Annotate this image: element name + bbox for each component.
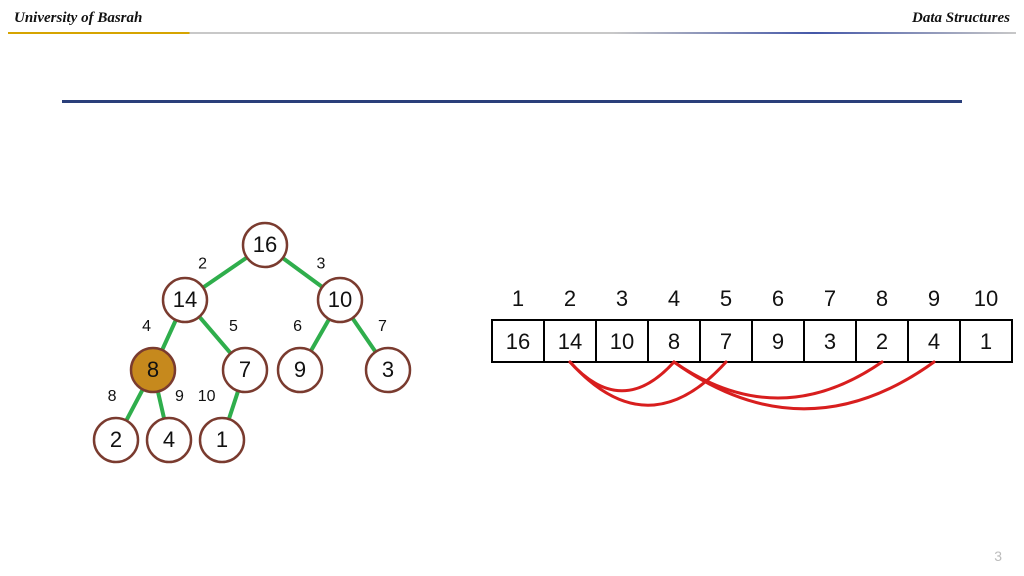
array-index: 1 (512, 286, 524, 311)
tree-node-value: 8 (147, 357, 159, 382)
array-index: 4 (668, 286, 680, 311)
array-value: 2 (876, 329, 888, 354)
array-arc (674, 362, 882, 398)
tree-node-value: 2 (110, 427, 122, 452)
tree-edge-label: 4 (142, 318, 151, 335)
page-number: 3 (994, 548, 1002, 564)
tree-node-value: 3 (382, 357, 394, 382)
slide-header: University of Basrah Data Structures (14, 10, 1010, 27)
array-value: 1 (980, 329, 992, 354)
tree-edge-label: 6 (293, 318, 302, 335)
array-value: 14 (558, 329, 582, 354)
array-value: 7 (720, 329, 732, 354)
array-index: 8 (876, 286, 888, 311)
array-value: 4 (928, 329, 940, 354)
array-value: 16 (506, 329, 530, 354)
tree-edge-label: 3 (317, 256, 326, 273)
tree-edge (158, 391, 164, 418)
tree-edge (311, 319, 329, 351)
array-index: 9 (928, 286, 940, 311)
tree-edge-label: 5 (229, 318, 238, 335)
tree-node-value: 7 (239, 357, 251, 382)
tree-edge (229, 391, 238, 419)
tree-node-value: 1 (216, 427, 228, 452)
array-value: 9 (772, 329, 784, 354)
tree-node-value: 16 (253, 232, 277, 257)
array-arc (674, 362, 934, 409)
tree-edge (203, 257, 247, 287)
array-index: 6 (772, 286, 784, 311)
array-value: 3 (824, 329, 836, 354)
header-right: Data Structures (912, 10, 1010, 27)
section-rule (62, 100, 962, 103)
tree-node-value: 9 (294, 357, 306, 382)
diagram-canvas: 2345678910161410879324112345678910161410… (0, 0, 1024, 576)
array-index: 2 (564, 286, 576, 311)
array-index: 7 (824, 286, 836, 311)
tree-edge (162, 320, 176, 350)
tree-node-value: 4 (163, 427, 175, 452)
array-index: 10 (974, 286, 998, 311)
tree-edge-label: 10 (198, 388, 216, 405)
tree-edge (199, 317, 230, 354)
tree-edge-label: 9 (175, 388, 184, 405)
tree-edge (352, 318, 375, 352)
tree-edge-label: 8 (108, 388, 117, 405)
tree-node-value: 10 (328, 287, 352, 312)
tree-edge-label: 7 (378, 318, 387, 335)
tree-node-value: 14 (173, 287, 197, 312)
array-value: 10 (610, 329, 634, 354)
header-rule (8, 32, 1016, 34)
array-index: 3 (616, 286, 628, 311)
tree-edge (126, 389, 142, 420)
array-index: 5 (720, 286, 732, 311)
array-value: 8 (668, 329, 680, 354)
header-left: University of Basrah (14, 10, 142, 27)
tree-edge-label: 2 (198, 256, 207, 273)
